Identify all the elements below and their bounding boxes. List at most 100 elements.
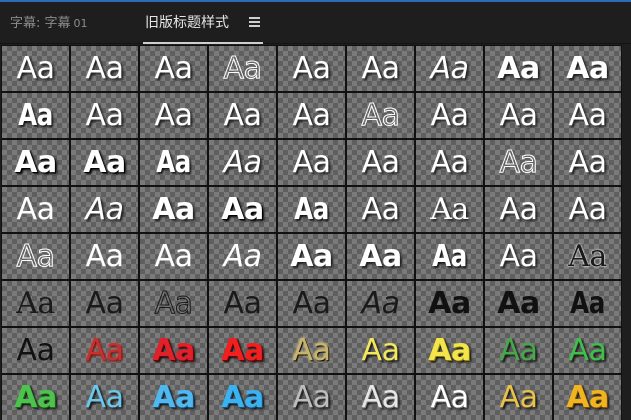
- title-style-swatch[interactable]: Aa: [415, 186, 484, 233]
- swatch-sample-text: Aa: [361, 50, 400, 86]
- swatch-sample-text: Aa: [292, 285, 331, 321]
- swatch-sample-text: Aa: [85, 285, 124, 321]
- title-style-swatch[interactable]: Aa: [1, 92, 70, 139]
- hamburger-menu-icon[interactable]: [249, 15, 261, 27]
- swatch-sample-text: Aa: [221, 332, 264, 368]
- title-style-swatch[interactable]: Aa: [277, 280, 346, 327]
- title-style-swatch[interactable]: Aa: [346, 139, 415, 186]
- title-style-swatch[interactable]: Aa: [553, 186, 622, 233]
- title-style-swatch[interactable]: Aa: [70, 139, 139, 186]
- title-style-swatch[interactable]: Aa: [415, 327, 484, 374]
- swatch-sample-text: Aa: [152, 332, 195, 368]
- title-style-swatch[interactable]: Aa: [139, 327, 208, 374]
- title-style-swatch[interactable]: Aa: [208, 139, 277, 186]
- swatch-sample-text: Aa: [154, 50, 193, 86]
- title-style-swatch[interactable]: Aa: [346, 45, 415, 92]
- title-style-swatch[interactable]: Aa: [277, 139, 346, 186]
- swatch-sample-text: Aa: [223, 285, 262, 321]
- title-style-swatch[interactable]: Aa: [208, 92, 277, 139]
- title-style-swatch[interactable]: Aa: [277, 92, 346, 139]
- title-style-swatch[interactable]: Aa: [415, 280, 484, 327]
- title-style-swatch[interactable]: Aa: [553, 45, 622, 92]
- title-style-swatch[interactable]: Aa: [277, 374, 346, 420]
- title-style-swatch[interactable]: Aa: [277, 186, 346, 233]
- title-style-swatch[interactable]: Aa: [208, 233, 277, 280]
- title-style-swatch[interactable]: Aa: [277, 233, 346, 280]
- title-style-swatch[interactable]: Aa: [1, 327, 70, 374]
- swatch-sample-text: Aa: [430, 50, 469, 86]
- title-style-swatch[interactable]: Aa: [1, 233, 70, 280]
- swatch-sample-text: Aa: [361, 97, 400, 133]
- title-style-swatch[interactable]: Aa: [208, 45, 277, 92]
- swatch-sample-text: Aa: [568, 144, 607, 180]
- title-style-swatch[interactable]: Aa: [553, 139, 622, 186]
- title-style-swatch[interactable]: Aa: [484, 45, 553, 92]
- title-style-swatch[interactable]: Aa: [484, 139, 553, 186]
- title-style-swatch[interactable]: Aa: [346, 233, 415, 280]
- title-style-swatch[interactable]: Aa: [70, 327, 139, 374]
- title-style-swatch[interactable]: Aa: [139, 280, 208, 327]
- title-style-swatch[interactable]: Aa: [139, 92, 208, 139]
- swatch-sample-text: Aa: [154, 238, 193, 274]
- title-style-swatch[interactable]: Aa: [139, 186, 208, 233]
- title-style-swatch[interactable]: Aa: [208, 186, 277, 233]
- title-style-swatch[interactable]: Aa: [70, 186, 139, 233]
- swatch-sample-text: Aa: [499, 144, 538, 180]
- title-style-swatch[interactable]: Aa: [139, 139, 208, 186]
- title-style-swatch[interactable]: Aa: [208, 374, 277, 420]
- title-style-swatch[interactable]: Aa: [484, 280, 553, 327]
- title-style-swatch[interactable]: Aa: [346, 374, 415, 420]
- swatch-sample-text: Aa: [156, 144, 191, 180]
- title-style-swatch[interactable]: Aa: [208, 280, 277, 327]
- title-style-swatch[interactable]: Aa: [1, 139, 70, 186]
- title-style-swatch[interactable]: Aa: [277, 45, 346, 92]
- title-style-swatch[interactable]: Aa: [346, 327, 415, 374]
- title-style-swatch[interactable]: Aa: [70, 92, 139, 139]
- title-style-swatch[interactable]: Aa: [70, 374, 139, 420]
- title-style-swatch[interactable]: Aa: [415, 233, 484, 280]
- title-style-swatch[interactable]: Aa: [553, 374, 622, 420]
- title-style-swatch[interactable]: Aa: [208, 327, 277, 374]
- title-style-swatch[interactable]: Aa: [70, 45, 139, 92]
- title-style-swatch[interactable]: Aa: [553, 280, 622, 327]
- title-style-swatch[interactable]: Aa: [346, 280, 415, 327]
- title-style-swatch[interactable]: Aa: [415, 92, 484, 139]
- title-style-swatch[interactable]: Aa: [1, 186, 70, 233]
- title-style-swatch[interactable]: Aa: [415, 139, 484, 186]
- title-style-swatch[interactable]: Aa: [139, 233, 208, 280]
- title-style-swatch[interactable]: Aa: [277, 327, 346, 374]
- title-style-swatch[interactable]: Aa: [553, 233, 622, 280]
- title-style-swatch[interactable]: Aa: [139, 374, 208, 420]
- title-style-swatch[interactable]: Aa: [484, 327, 553, 374]
- title-style-swatch[interactable]: Aa: [484, 186, 553, 233]
- title-style-swatch[interactable]: Aa: [553, 327, 622, 374]
- title-style-swatch[interactable]: Aa: [484, 233, 553, 280]
- swatch-sample-text: Aa: [432, 238, 467, 274]
- swatch-sample-text: Aa: [568, 332, 607, 368]
- title-style-swatch[interactable]: Aa: [484, 92, 553, 139]
- tab-captions-label: 字幕: 字幕: [10, 16, 71, 31]
- panel-tab-bar: 字幕: 字幕 01 旧版标题样式: [0, 2, 631, 44]
- title-style-swatch[interactable]: Aa: [346, 92, 415, 139]
- title-style-swatch[interactable]: Aa: [553, 92, 622, 139]
- title-style-swatch[interactable]: Aa: [1, 280, 70, 327]
- swatch-sample-text: Aa: [85, 50, 124, 86]
- title-style-swatch[interactable]: Aa: [1, 45, 70, 92]
- title-style-swatch[interactable]: Aa: [70, 280, 139, 327]
- tab-captions[interactable]: 字幕: 字幕 01: [10, 12, 88, 31]
- title-style-swatch[interactable]: Aa: [70, 233, 139, 280]
- title-style-swatch[interactable]: Aa: [139, 45, 208, 92]
- title-style-swatch[interactable]: Aa: [1, 374, 70, 420]
- title-style-swatch[interactable]: Aa: [415, 45, 484, 92]
- swatch-sample-text: Aa: [568, 191, 607, 227]
- swatch-sample-text: Aa: [361, 285, 400, 321]
- tab-legacy-title-styles[interactable]: 旧版标题样式: [145, 12, 229, 32]
- swatch-sample-text: Aa: [154, 285, 193, 321]
- swatch-sample-text: Aa: [292, 332, 331, 368]
- title-style-swatch[interactable]: Aa: [415, 374, 484, 420]
- swatch-sample-text: Aa: [85, 191, 124, 227]
- title-style-swatch[interactable]: Aa: [484, 374, 553, 420]
- swatch-sample-text: Aa: [83, 144, 126, 180]
- swatch-sample-text: Aa: [154, 97, 193, 133]
- title-style-swatch[interactable]: Aa: [346, 186, 415, 233]
